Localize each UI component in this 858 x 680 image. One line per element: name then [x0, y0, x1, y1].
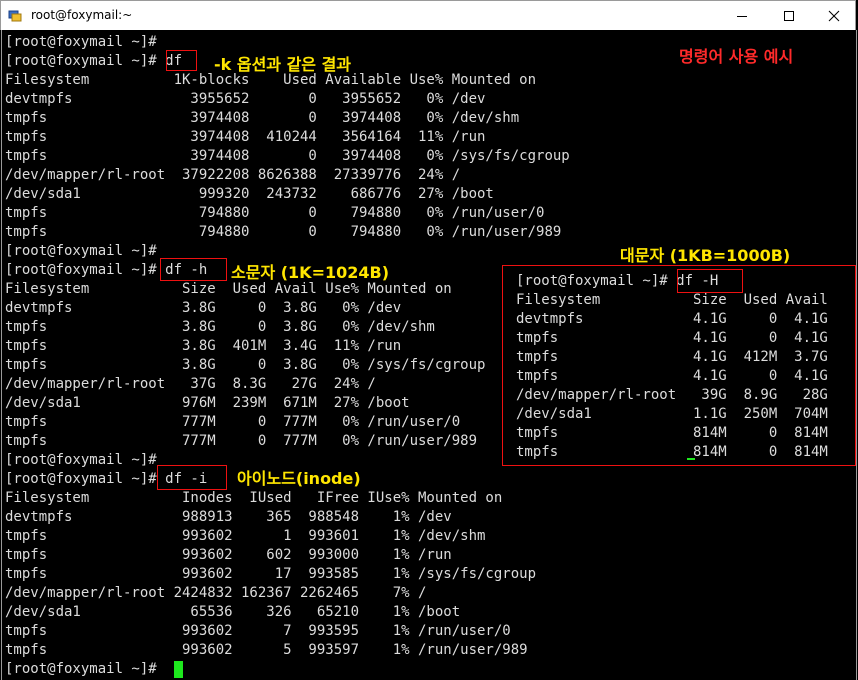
close-button[interactable] [811, 1, 857, 30]
panel-line: tmpfs 4.1G 0 4.1G [516, 330, 828, 346]
terminal-line: tmpfs 777M 0 777M 0% /run/user/0 [5, 414, 461, 430]
terminal-line: tmpfs 777M 0 777M 0% /run/user/989 [5, 433, 478, 449]
panel-line: tmpfs 814M 0 814M [516, 444, 828, 460]
command-highlight-df-h [160, 258, 227, 281]
terminal-line: /dev/sda1 999320 243732 686776 27% /boot [5, 186, 494, 202]
close-icon [828, 10, 840, 21]
terminal-line: Filesystem Inodes IUsed IFree IUse% Moun… [5, 490, 503, 506]
terminal-line: tmpfs 993602 602 993000 1% /run [5, 547, 452, 563]
terminal-line: [root@foxymail ~]# [5, 34, 157, 50]
df-i-annotation: 아이노드(inode) [237, 469, 361, 488]
terminal-line: tmpfs 3.8G 0 3.8G 0% /dev/shm [5, 319, 435, 335]
terminal-line: devtmpfs 3955652 0 3955652 0% /dev [5, 91, 486, 107]
panel-line: tmpfs 4.1G 0 4.1G [516, 368, 828, 384]
panel-line: tmpfs 814M 0 814M [516, 425, 828, 441]
terminal-line: /dev/mapper/rl-root 37922208 8626388 273… [5, 167, 461, 183]
terminal-line: [root@foxymail ~]# [5, 661, 157, 677]
maximize-icon [784, 10, 794, 21]
df-h-annotation: 소문자 (1K=1024B) [231, 263, 390, 282]
panel-line: Filesystem Size Used Avail [516, 292, 828, 308]
terminal-line: [root@foxymail ~]# [5, 452, 157, 468]
terminal-line: tmpfs 794880 0 794880 0% /run/user/989 [5, 224, 562, 240]
command-highlight-df-i [157, 465, 227, 490]
command-highlight-df [166, 50, 197, 71]
terminal-line: [root@foxymail ~]# df [5, 53, 183, 69]
terminal-line: /dev/mapper/rl-root 2424832 162367 22624… [5, 585, 427, 601]
window-title: root@foxymail:~ [31, 8, 133, 22]
command-highlight-df-H [677, 269, 743, 293]
usage-example-annotation: 명령어 사용 예시 [679, 47, 794, 66]
terminal-line: /dev/mapper/rl-root 37G 8.3G 27G 24% / [5, 376, 376, 392]
terminal-line: tmpfs 993602 1 993601 1% /dev/shm [5, 528, 486, 544]
terminal-app-icon [8, 10, 22, 22]
terminal-line: tmpfs 993602 17 993585 1% /sys/fs/cgroup [5, 566, 537, 582]
df-H-annotation: 대문자 (1KB=1000B) [620, 246, 791, 265]
terminal-line: tmpfs 794880 0 794880 0% /run/user/0 [5, 205, 545, 221]
window-titlebar[interactable]: root@foxymail:~ [0, 0, 856, 30]
terminal-line: tmpfs 993602 7 993595 1% /run/user/0 [5, 623, 511, 639]
df-annotation: -k 옵션과 같은 결과 [214, 55, 352, 74]
minimize-button[interactable] [719, 1, 765, 30]
panel-line: devtmpfs 4.1G 0 4.1G [516, 311, 828, 327]
terminal-line: [root@foxymail ~]# [5, 243, 157, 259]
terminal-cursor [174, 661, 183, 678]
panel-cursor-mark [687, 458, 695, 460]
terminal-line: tmpfs 3974408 410244 3564164 11% /run [5, 129, 486, 145]
panel-line: /dev/mapper/rl-root 39G 8.9G 28G [516, 387, 828, 403]
terminal-line: devtmpfs 3.8G 0 3.8G 0% /dev [5, 300, 402, 316]
terminal-line: devtmpfs 988913 365 988548 1% /dev [5, 509, 452, 525]
terminal-line: tmpfs 3.8G 0 3.8G 0% /sys/fs/cgroup [5, 357, 486, 373]
minimize-icon [737, 15, 747, 17]
df-H-output-panel: [root@foxymail ~]# df -H Filesystem Size… [502, 265, 856, 466]
maximize-button[interactable] [766, 1, 812, 30]
panel-line: tmpfs 4.1G 412M 3.7G [516, 349, 828, 365]
terminal-line: tmpfs 3974408 0 3974408 0% /dev/shm [5, 110, 520, 126]
terminal-line: tmpfs 3974408 0 3974408 0% /sys/fs/cgrou… [5, 148, 570, 164]
terminal-line: tmpfs 3.8G 401M 3.4G 11% /run [5, 338, 402, 354]
panel-line: /dev/sda1 1.1G 250M 704M [516, 406, 828, 422]
terminal-line: tmpfs 993602 5 993597 1% /run/user/989 [5, 642, 528, 658]
terminal-line: /dev/sda1 65536 326 65210 1% /boot [5, 604, 461, 620]
terminal-line: /dev/sda1 976M 239M 671M 27% /boot [5, 395, 410, 411]
